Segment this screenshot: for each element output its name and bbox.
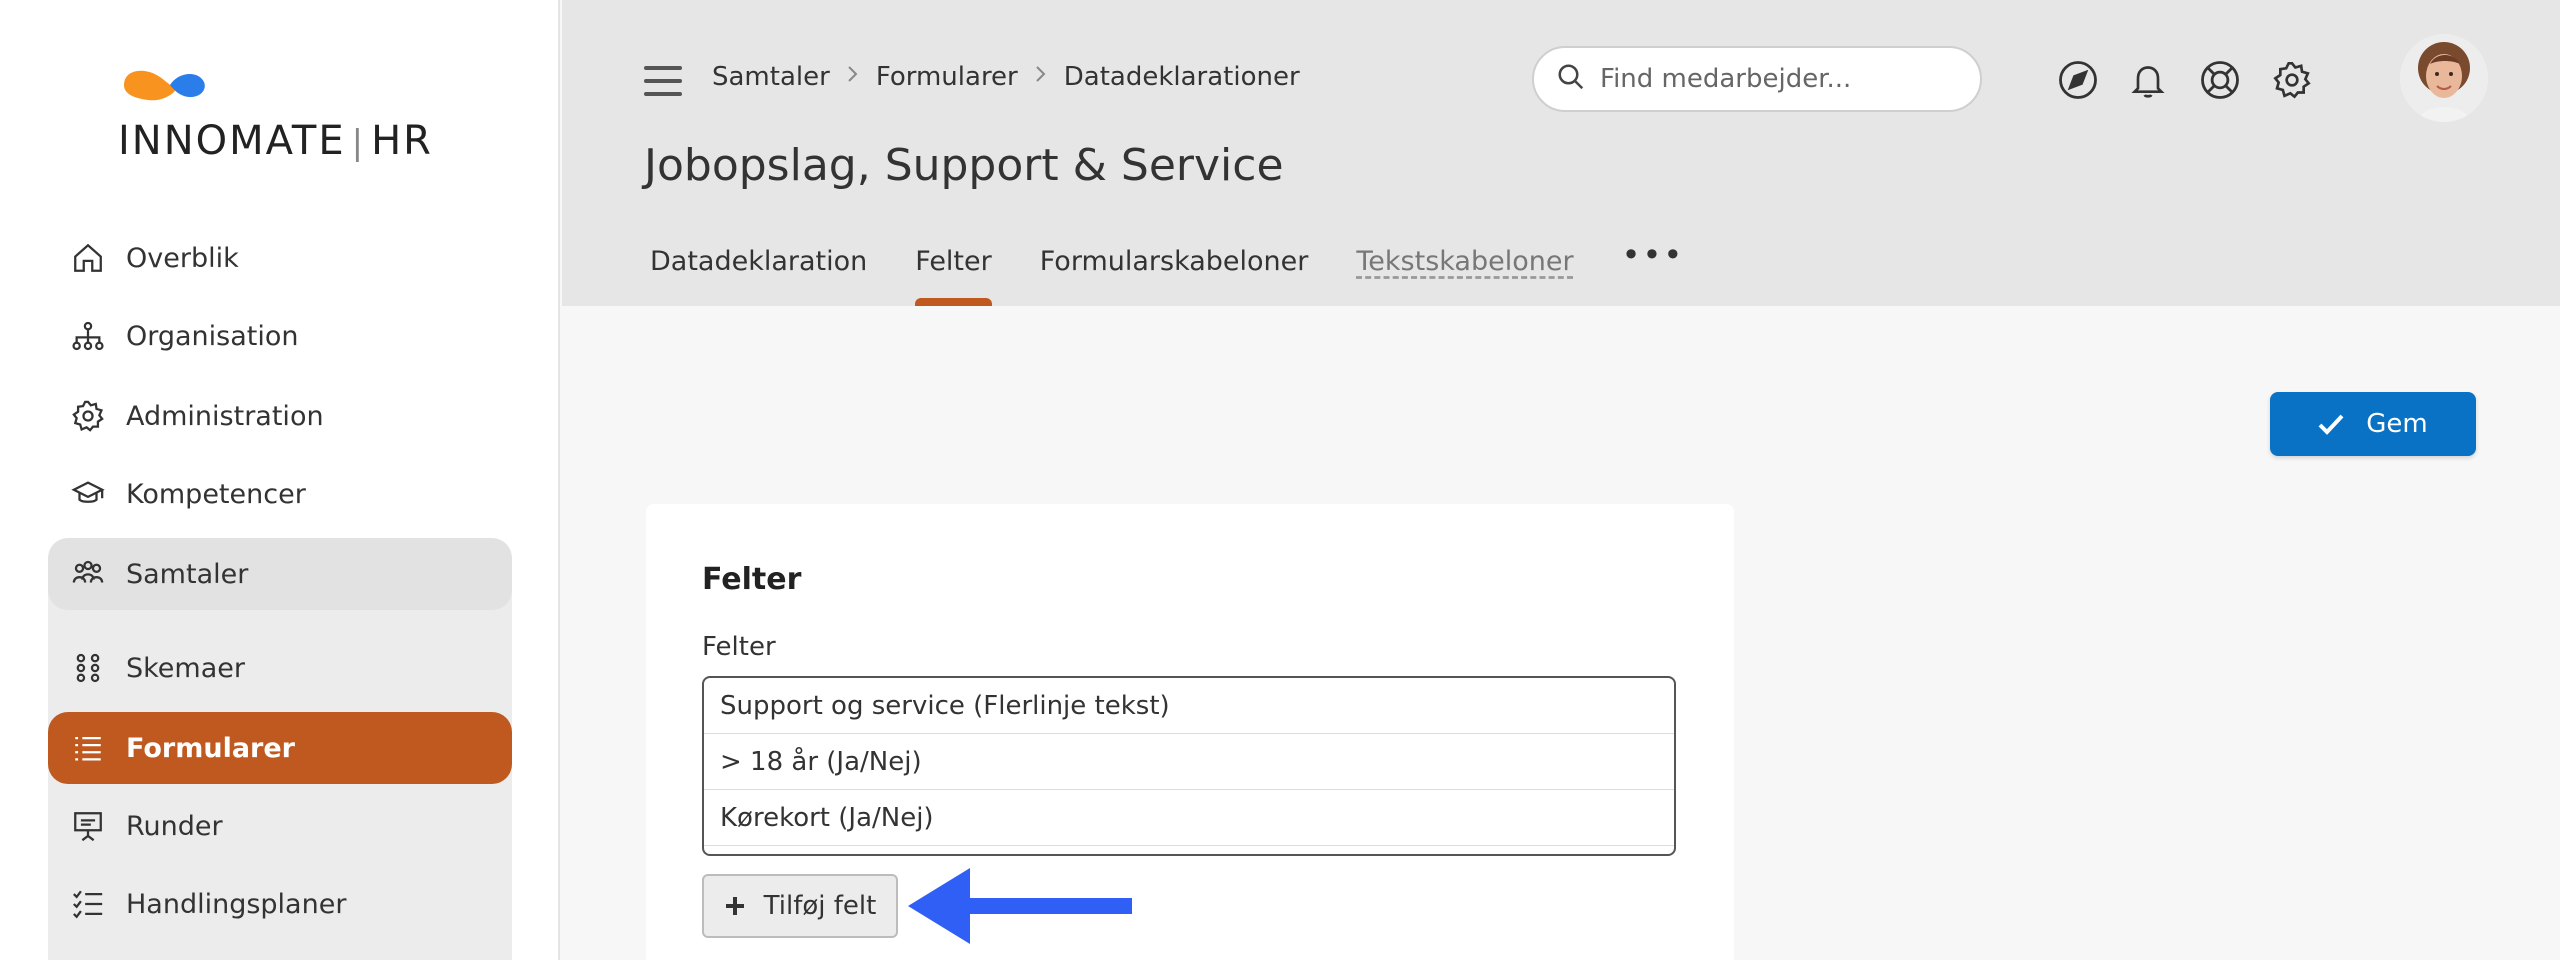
check-icon: [2318, 413, 2344, 435]
chevron-right-icon: [846, 64, 860, 90]
page-title: Jobopslag, Support & Service: [644, 140, 1284, 191]
annotation-arrow-icon: [908, 868, 1134, 944]
sidebar-item-runder[interactable]: Runder: [48, 790, 512, 862]
lifebuoy-icon[interactable]: [2198, 58, 2242, 102]
sidebar: INNOMATE | HR Overblik Organisation Admini…: [0, 0, 560, 960]
breadcrumb-item-samtaler[interactable]: Samtaler: [712, 62, 830, 92]
chevron-right-icon: [1034, 64, 1048, 90]
tab-bar: Datadeklaration Felter Formularskabelone…: [650, 236, 1684, 306]
sidebar-item-administration[interactable]: Administration: [48, 380, 512, 452]
sidebar-item-label: Organisation: [126, 320, 299, 352]
sidebar-item-label: Overblik: [126, 242, 239, 274]
sidebar-item-label: Formularer: [126, 732, 295, 764]
bell-icon[interactable]: [2126, 58, 2170, 102]
list-item[interactable]: Kørekort (Ja/Nej): [704, 790, 1674, 846]
people-icon: [70, 556, 106, 592]
breadcrumb-item-formularer[interactable]: Formularer: [876, 62, 1018, 92]
sidebar-item-label: Kompetencer: [126, 478, 306, 510]
plus-icon: [724, 890, 746, 922]
sidebar-item-label: Samtaler: [126, 558, 249, 590]
navigate-icon[interactable]: [2056, 58, 2100, 102]
list-item[interactable]: Support og service (Flerlinje tekst): [704, 678, 1674, 734]
breadcrumb: Samtaler Formularer Datadeklarationer: [712, 62, 1300, 92]
search-input[interactable]: [1600, 64, 1960, 94]
graduation-cap-icon: [70, 476, 106, 512]
sidebar-item-label: Skemaer: [126, 652, 245, 684]
logo-text-mate: MATE: [229, 118, 346, 164]
tab-felter[interactable]: Felter: [915, 246, 993, 306]
sidebar-item-label: Runder: [126, 810, 223, 842]
list-item[interactable]: > 18 år (Ja/Nej): [704, 734, 1674, 790]
fields-list[interactable]: Support og service (Flerlinje tekst) > 1…: [702, 676, 1676, 856]
header: Samtaler Formularer Datadeklarationer Jo…: [562, 0, 2560, 306]
sidebar-item-kompetencer[interactable]: Kompetencer: [48, 458, 512, 530]
sidebar-item-label: Handlingsplaner: [126, 888, 347, 920]
sidebar-item-skemaer[interactable]: Skemaer: [48, 632, 512, 704]
home-icon: [70, 240, 106, 276]
sidebar-item-formularer[interactable]: Formularer: [48, 712, 512, 784]
avatar[interactable]: [2400, 34, 2488, 122]
org-chart-icon: [70, 318, 106, 354]
save-button-label: Gem: [2366, 409, 2428, 439]
fields-label: Felter: [702, 632, 776, 662]
logo-separator: |: [351, 123, 366, 163]
tab-datadeklaration[interactable]: Datadeklaration: [650, 246, 867, 306]
logo-text-inno: INNO: [118, 118, 230, 164]
save-button[interactable]: Gem: [2270, 392, 2476, 456]
logo-mark-icon: [124, 70, 205, 101]
presentation-icon: [70, 808, 106, 844]
gear-icon: [70, 398, 106, 434]
sidebar-item-organisation[interactable]: Organisation: [48, 300, 512, 372]
logo[interactable]: INNOMATE | HR: [118, 60, 448, 170]
sidebar-item-handlingsplaner[interactable]: Handlingsplaner: [48, 868, 512, 940]
sidebar-item-label: Administration: [126, 400, 324, 432]
checklist-icon: [70, 886, 106, 922]
add-field-label: Tilføj felt: [763, 891, 877, 921]
settings-icon[interactable]: [2270, 58, 2314, 102]
sidebar-item-samtaler[interactable]: Samtaler: [48, 538, 512, 610]
breadcrumb-item-datadeklarationer[interactable]: Datadeklarationer: [1064, 62, 1300, 92]
sidebar-item-overblik[interactable]: Overblik: [48, 222, 512, 294]
form-list-icon: [70, 730, 106, 766]
logo-text: INNOMATE | HR: [118, 118, 433, 164]
search-box[interactable]: [1532, 46, 1982, 112]
add-field-button[interactable]: Tilføj felt: [702, 874, 898, 938]
tab-formularskabeloner[interactable]: Formularskabeloner: [1040, 246, 1309, 306]
more-tabs-button[interactable]: •••: [1622, 236, 1685, 274]
fields-card: Felter Felter Support og service (Flerli…: [646, 504, 1734, 960]
tab-tekstskabeloner[interactable]: Tekstskabeloner: [1356, 246, 1573, 306]
card-title: Felter: [702, 562, 802, 597]
grid-dots-icon: [70, 650, 106, 686]
logo-text-hr: HR: [371, 118, 433, 164]
search-icon: [1556, 62, 1586, 96]
menu-icon[interactable]: [644, 66, 682, 96]
